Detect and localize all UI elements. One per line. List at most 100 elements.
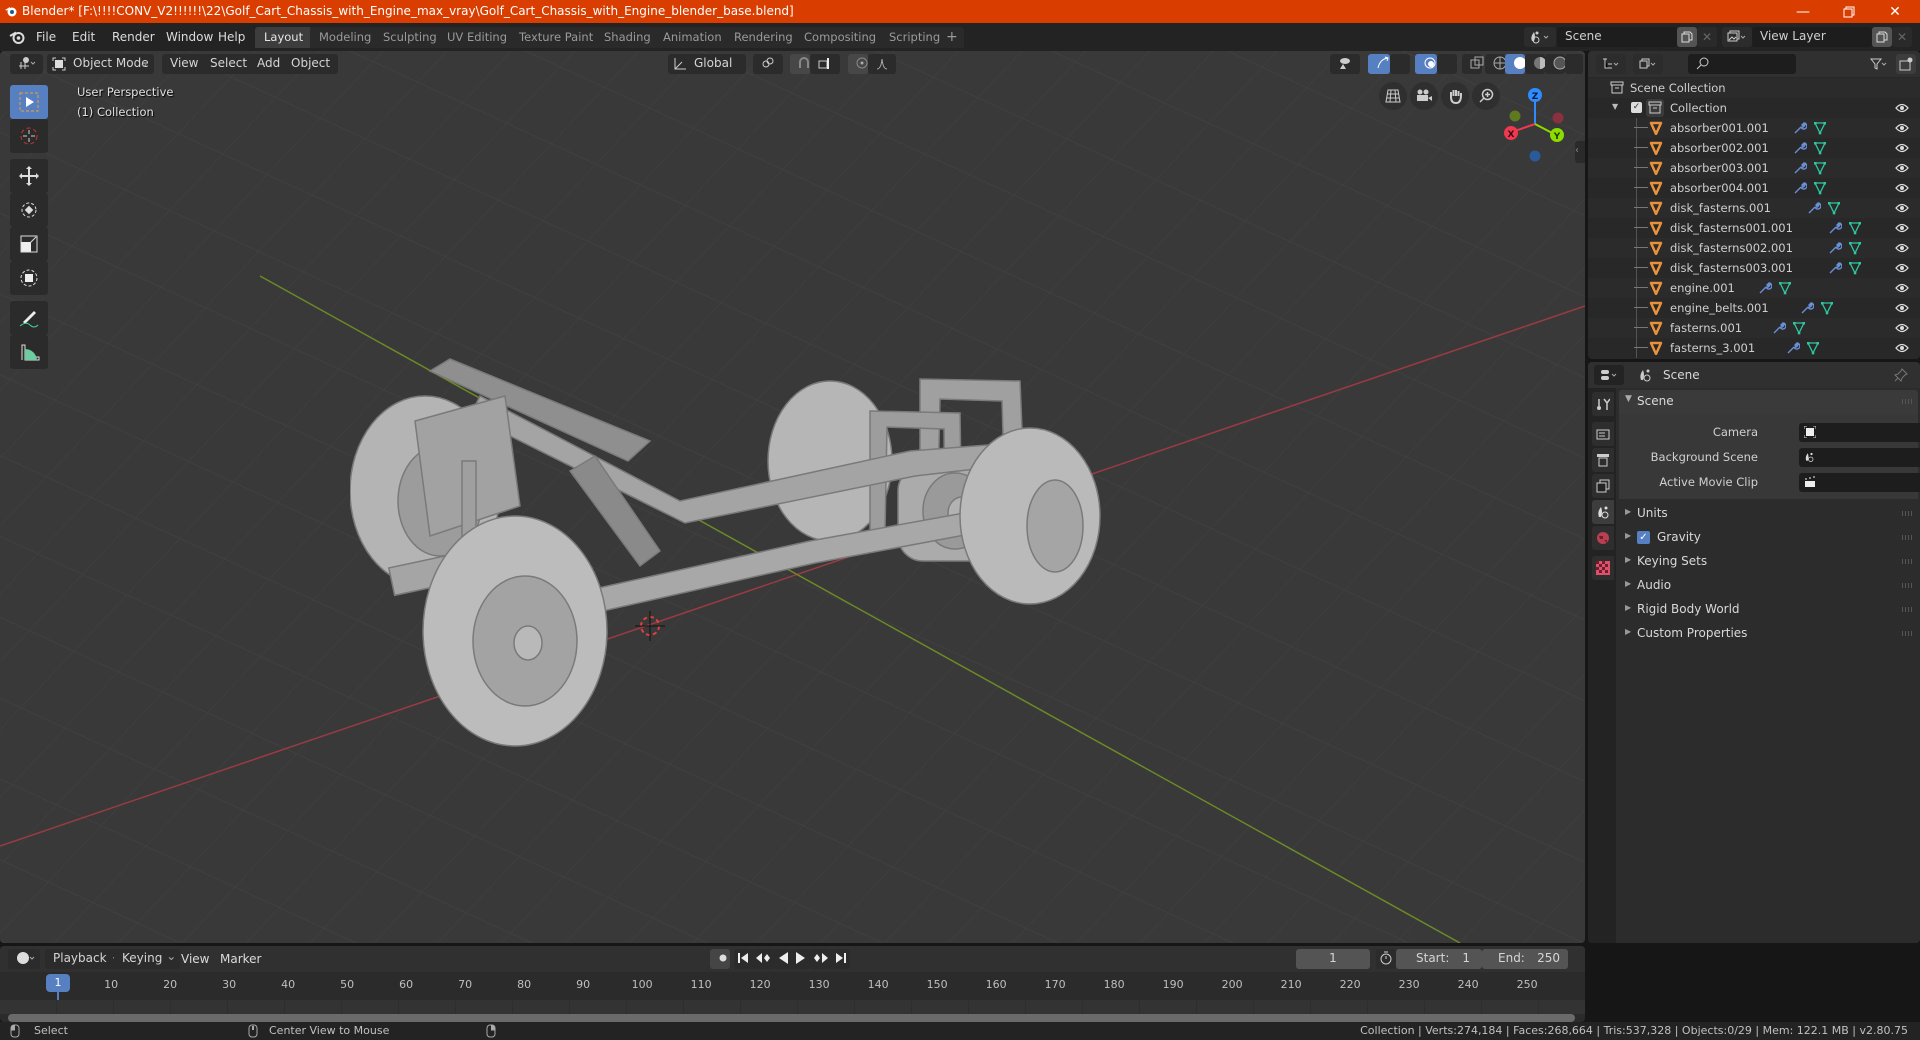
keying-menu[interactable]: Keying ⌄: [114, 949, 181, 969]
xray-toggle-icon[interactable]: [1462, 54, 1484, 74]
tab-render[interactable]: [1592, 422, 1614, 446]
camera-field[interactable]: [1799, 423, 1920, 442]
tab-texture-paint[interactable]: Texture Paint: [510, 27, 603, 48]
mesh-data-icon[interactable]: [1813, 181, 1827, 195]
golf-cart-chassis-model[interactable]: [350, 301, 1170, 821]
pan-view-icon[interactable]: [1441, 82, 1469, 110]
visibility-eye-icon[interactable]: [1895, 323, 1909, 333]
gravity-panel-header[interactable]: ▶ ✓ Gravity: [1619, 526, 1918, 550]
properties-editor-type-icon[interactable]: [1594, 365, 1624, 385]
restore-icon[interactable]: [1826, 0, 1872, 23]
gravity-checkbox[interactable]: ✓: [1637, 531, 1650, 544]
tool-annotate[interactable]: [10, 301, 48, 335]
camera-view-icon[interactable]: [1410, 82, 1438, 110]
minimize-icon[interactable]: —: [1780, 0, 1826, 23]
visibility-eye-icon[interactable]: [1895, 123, 1909, 133]
drag-grip-icon[interactable]: [1902, 607, 1912, 612]
visibility-eye-icon[interactable]: [1895, 163, 1909, 173]
use-preview-range-icon[interactable]: [1376, 949, 1396, 969]
modifier-wrench-icon[interactable]: [1807, 201, 1821, 215]
drag-grip-icon[interactable]: [1902, 559, 1912, 564]
snap-target-icon[interactable]: [810, 54, 840, 74]
tab-texture[interactable]: [1592, 556, 1614, 580]
add-workspace-button[interactable]: +: [940, 27, 964, 48]
collection-checkbox[interactable]: ✓: [1631, 102, 1642, 113]
timeline-track-area[interactable]: [0, 1000, 1585, 1014]
close-icon[interactable]: ✕: [1872, 0, 1918, 23]
modifier-wrench-icon[interactable]: [1758, 281, 1772, 295]
audio-panel-header[interactable]: ▶ Audio: [1619, 574, 1918, 598]
visibility-eye-icon[interactable]: [1895, 223, 1909, 233]
outliner-item[interactable]: absorber004.001: [1588, 178, 1920, 198]
jump-to-next-keyframe-icon[interactable]: [810, 949, 832, 969]
visibility-eye-icon[interactable]: [1895, 283, 1909, 293]
proportional-edit-icon[interactable]: [848, 54, 868, 74]
tool-measure[interactable]: [10, 335, 48, 369]
play-icon[interactable]: [792, 949, 810, 969]
delete-view-layer-icon[interactable]: ✕: [1892, 27, 1912, 47]
outliner-item[interactable]: engine_belts.001: [1588, 298, 1920, 318]
tool-scale[interactable]: [10, 227, 48, 261]
active-movie-clip-field[interactable]: [1799, 473, 1920, 492]
rigid-body-world-panel-header[interactable]: ▶ Rigid Body World: [1619, 598, 1918, 622]
overlays-dropdown-icon[interactable]: [1437, 54, 1457, 74]
gizmo-dropdown-icon[interactable]: [1390, 54, 1410, 74]
visibility-eye-icon[interactable]: [1895, 243, 1909, 253]
drag-grip-icon[interactable]: [1902, 583, 1912, 588]
3d-viewport[interactable]: Object Mode ⌄ View Select Add Object Glo…: [0, 51, 1585, 943]
modifier-wrench-icon[interactable]: [1786, 341, 1800, 355]
timeline-view-menu[interactable]: View: [175, 950, 215, 968]
outliner-item[interactable]: absorber001.001: [1588, 118, 1920, 138]
gizmo-neg-x-icon[interactable]: [1552, 112, 1564, 124]
visibility-eye-icon[interactable]: [1895, 263, 1909, 273]
mesh-data-icon[interactable]: [1778, 281, 1792, 295]
mesh-data-icon[interactable]: [1813, 141, 1827, 155]
background-scene-field[interactable]: [1799, 448, 1920, 467]
tool-cursor[interactable]: [10, 119, 48, 153]
modifier-wrench-icon[interactable]: [1800, 301, 1814, 315]
menu-help[interactable]: Help: [212, 28, 251, 46]
tab-shading[interactable]: Shading: [595, 27, 660, 48]
menu-render[interactable]: Render: [106, 28, 161, 46]
modifier-wrench-icon[interactable]: [1793, 141, 1807, 155]
mesh-data-icon[interactable]: [1813, 161, 1827, 175]
outliner-item[interactable]: fasterns.001: [1588, 318, 1920, 338]
mesh-data-icon[interactable]: [1792, 321, 1806, 335]
keying-sets-panel-header[interactable]: ▶ Keying Sets: [1619, 550, 1918, 574]
custom-properties-panel-header[interactable]: ▶ Custom Properties: [1619, 622, 1918, 646]
tab-compositing[interactable]: Compositing: [795, 27, 886, 48]
tool-transform[interactable]: [10, 261, 48, 295]
menu-select[interactable]: Select: [202, 54, 256, 74]
visibility-eye-icon[interactable]: [1895, 103, 1909, 113]
timeline-marker-menu[interactable]: Marker: [214, 950, 267, 968]
expand-down-icon[interactable]: ▼: [1612, 102, 1618, 111]
modifier-wrench-icon[interactable]: [1793, 181, 1807, 195]
tab-view-layer[interactable]: [1592, 474, 1614, 498]
mesh-data-icon[interactable]: [1806, 341, 1820, 355]
mesh-data-icon[interactable]: [1848, 261, 1862, 275]
scene-name-field[interactable]: Scene: [1557, 27, 1677, 47]
object-mode-dropdown[interactable]: Object Mode ⌄: [47, 54, 154, 74]
visibility-selectability-icon[interactable]: [1330, 54, 1360, 74]
auto-keying-icon[interactable]: [710, 949, 730, 969]
menu-object[interactable]: Object: [283, 54, 339, 74]
tab-sculpting[interactable]: Sculpting: [374, 27, 446, 48]
sidebar-toggle-icon[interactable]: ‹: [1575, 141, 1585, 163]
visibility-eye-icon[interactable]: [1895, 183, 1909, 193]
menu-view[interactable]: View: [162, 54, 207, 74]
scene-selector-icon[interactable]: [1524, 27, 1556, 47]
outliner-collection[interactable]: ▼ ✓ Collection: [1588, 98, 1920, 118]
outliner-item[interactable]: disk_fasterns001.001: [1588, 218, 1920, 238]
mesh-data-icon[interactable]: [1848, 221, 1862, 235]
view-layer-selector-icon[interactable]: [1722, 27, 1752, 47]
play-reverse-icon[interactable]: [774, 949, 792, 969]
filter-icon[interactable]: [1864, 54, 1894, 74]
tab-rendering[interactable]: Rendering: [725, 27, 802, 48]
modifier-wrench-icon[interactable]: [1793, 121, 1807, 135]
tool-select-box[interactable]: [10, 85, 48, 119]
jump-to-prev-keyframe-icon[interactable]: [752, 949, 774, 969]
menu-window[interactable]: Window: [160, 28, 219, 46]
drag-grip-icon[interactable]: [1902, 399, 1912, 404]
tab-uv-editing[interactable]: UV Editing: [438, 27, 516, 48]
end-frame-field[interactable]: End: 250: [1482, 949, 1568, 969]
